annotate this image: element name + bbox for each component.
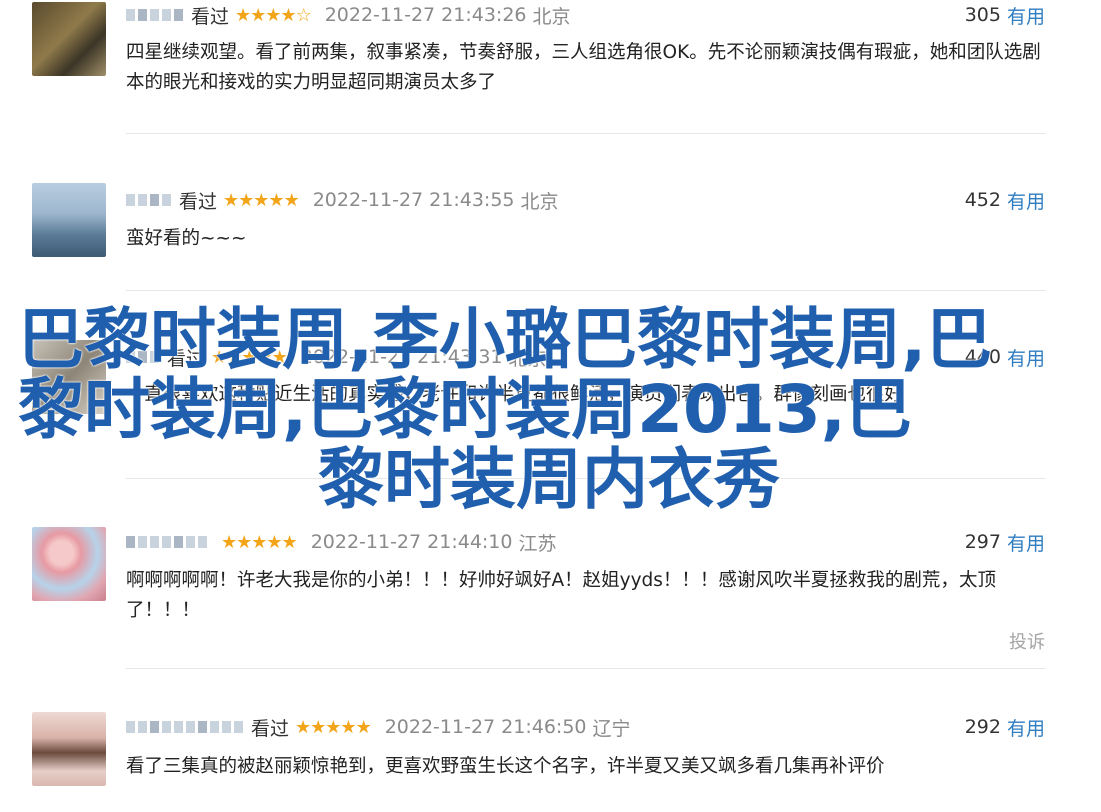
comment-location: 辽宁	[592, 717, 631, 740]
avatar[interactable]	[32, 2, 106, 76]
rating-stars: ★★★★★	[221, 531, 298, 553]
comment-location: 北京	[532, 5, 571, 28]
useful-button[interactable]: 有用	[1007, 714, 1045, 741]
comment-meta: 看过 ★★★★★ 2022-11-27 21:46:50 辽宁	[126, 714, 631, 740]
useful-button[interactable]: 有用	[1007, 529, 1045, 556]
vote-count: 305	[964, 4, 1001, 26]
vote-count: 297	[964, 531, 1001, 553]
overlay-title-line: 黎时装周,巴黎时装周2013,巴	[18, 371, 912, 448]
overlay-title-line: 巴黎时装周,李小璐巴黎时装周,巴	[18, 301, 993, 378]
useful-vote: 452 有用	[965, 187, 1045, 213]
useful-button[interactable]: 有用	[1007, 344, 1045, 371]
useful-vote: 292 有用	[965, 714, 1045, 740]
avatar[interactable]	[32, 712, 106, 786]
comment-location: 江苏	[518, 532, 557, 555]
watch-status: 看过	[251, 717, 290, 740]
username[interactable]	[126, 721, 243, 733]
divider	[126, 290, 1046, 291]
rating-stars: ★★★★★	[295, 716, 372, 738]
comment-text: 啊啊啊啊啊！许老大我是你的小弟！！！好帅好飒好A！赵姐yyds！！！感谢风吹半夏…	[126, 570, 996, 621]
useful-vote: 305 有用	[965, 2, 1045, 28]
comment-time: 2022-11-27 21:43:55	[312, 189, 515, 211]
vote-count: 292	[964, 716, 1001, 738]
comment-meta: 看过 ★★★★☆ 2022-11-27 21:43:26 北京	[126, 2, 571, 28]
comment-time: 2022-11-27 21:46:50	[384, 716, 587, 738]
divider	[126, 668, 1046, 669]
comment-meta: ★★★★★ 2022-11-27 21:44:10 江苏	[126, 529, 557, 555]
watch-status: 看过	[191, 5, 230, 28]
comment-meta: 看过 ★★★★★ 2022-11-27 21:43:55 北京	[126, 187, 559, 213]
comment-time: 2022-11-27 21:43:26	[324, 4, 527, 26]
rating-stars: ★★★★★	[223, 189, 300, 211]
avatar[interactable]	[32, 527, 106, 601]
comment-text: 蛮好看的~~~	[126, 228, 247, 249]
username[interactable]	[126, 536, 207, 548]
comment-text: 四星继续观望。看了前两集，叙事紧凑，节奏舒服，三人组选角很OK。先不论丽颖演技偶…	[126, 42, 1041, 93]
report-button[interactable]: 投诉	[1009, 628, 1045, 654]
comment-text: 看了三集真的被赵丽颖惊艳到，更喜欢野蛮生长这个名字，许半夏又美又飒多看几集再补评…	[126, 756, 885, 777]
watch-status: 看过	[179, 190, 218, 213]
comment-location: 北京	[520, 190, 559, 213]
rating-stars: ★★★★☆	[235, 4, 312, 26]
comment-time: 2022-11-27 21:44:10	[310, 531, 513, 553]
useful-button[interactable]: 有用	[1007, 187, 1045, 214]
useful-button[interactable]: 有用	[1007, 2, 1045, 29]
username[interactable]	[126, 194, 171, 206]
avatar[interactable]	[32, 183, 106, 257]
username[interactable]	[126, 9, 183, 21]
overlay-title-line: 黎时装周内衣秀	[318, 441, 780, 518]
useful-vote: 297 有用	[965, 529, 1045, 555]
divider	[126, 133, 1046, 134]
vote-count: 452	[964, 189, 1001, 211]
